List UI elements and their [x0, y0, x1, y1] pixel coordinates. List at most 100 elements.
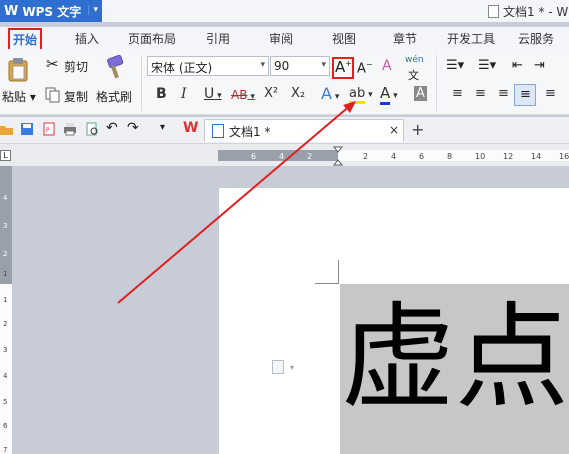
- strikethrough-button[interactable]: AB ▾: [231, 88, 255, 102]
- clear-format-button[interactable]: A: [382, 58, 392, 74]
- justify-button[interactable]: ≡: [514, 84, 536, 106]
- pinyin-char: 文: [408, 69, 419, 82]
- menu-tabs: 开始 插入 页面布局 引用 审阅 视图 章节 开发工具 云服务: [0, 27, 569, 51]
- document-icon: [488, 5, 499, 18]
- selected-text[interactable]: 虚点: [341, 294, 569, 422]
- font-name-select[interactable]: 宋体 (正文) ▾: [147, 56, 269, 76]
- ruler-tick-label: 14: [531, 152, 541, 161]
- title-bar: W WPS 文字 ▾ 文档1 * - W: [0, 0, 569, 22]
- document-tab-label: 文档1 *: [229, 125, 271, 139]
- paste-button[interactable]: 粘贴 ▾: [2, 88, 36, 105]
- export-pdf-icon[interactable]: P: [42, 122, 56, 136]
- save-icon[interactable]: [20, 122, 34, 136]
- wps-logo-icon: W: [4, 3, 19, 19]
- font-size-select[interactable]: 90 ▾: [270, 56, 330, 76]
- brush-icon[interactable]: [104, 55, 126, 81]
- chevron-down-icon: ▾: [88, 5, 98, 15]
- new-tab-button[interactable]: +: [411, 120, 424, 139]
- tab-home[interactable]: 开始: [8, 28, 43, 51]
- ruler-tick-label: 6: [3, 422, 8, 430]
- subscript-button[interactable]: X₂: [291, 86, 305, 101]
- copy-button[interactable]: 复制: [64, 88, 88, 105]
- format-painter-button[interactable]: 格式刷: [96, 88, 132, 105]
- tab-insert[interactable]: 插入: [75, 30, 99, 47]
- ruler-tick-label: 4: [391, 152, 396, 161]
- print-icon[interactable]: [63, 122, 77, 136]
- chevron-down-icon[interactable]: ▾: [290, 363, 294, 372]
- window-title: 文档1 * - W: [488, 3, 568, 20]
- highlight-button[interactable]: ab ▾: [349, 86, 373, 104]
- vertical-ruler[interactable]: 4 3 2 1 1 2 3 4 5 6 7: [0, 166, 12, 454]
- chevron-down-icon[interactable]: ▾: [160, 122, 165, 136]
- ruler-tick-label: 12: [503, 152, 513, 161]
- tab-developer[interactable]: 开发工具: [447, 30, 495, 47]
- align-left-icon[interactable]: ≡: [452, 86, 463, 101]
- ribbon: 粘贴 ▾ ✂ 剪切 复制 格式刷 宋体 (正文) ▾ 90 ▾ A+ A− A wé…: [0, 49, 569, 115]
- tab-review[interactable]: 审阅: [269, 30, 293, 47]
- justify-icon: ≡: [520, 87, 531, 102]
- ruler-tick-label: 5: [3, 398, 7, 406]
- margin-corner-mark: [315, 283, 339, 284]
- tab-page-layout[interactable]: 页面布局: [128, 30, 176, 47]
- app-menu-button[interactable]: W WPS 文字 ▾: [0, 0, 102, 22]
- char-shading-button[interactable]: A: [414, 86, 427, 101]
- ruler-tick-label: 2: [307, 152, 312, 161]
- decrease-indent-icon[interactable]: ⇤: [512, 58, 523, 73]
- undo-icon[interactable]: ↶: [106, 120, 118, 136]
- scissors-icon: ✂: [46, 55, 59, 73]
- shrink-font-button[interactable]: A−: [357, 60, 373, 76]
- text-effect-button[interactable]: A ▾: [321, 84, 339, 103]
- ruler-tick-label: 4: [3, 372, 8, 380]
- print-preview-icon[interactable]: [85, 122, 99, 136]
- document-tab[interactable]: 文档1 * ×: [204, 119, 404, 142]
- align-center-icon[interactable]: ≡: [475, 86, 486, 101]
- ruler-corner-button[interactable]: L: [0, 150, 11, 161]
- cut-button[interactable]: 剪切: [64, 58, 88, 75]
- underline-button[interactable]: U ▾: [204, 86, 222, 102]
- paragraph-layout-icon[interactable]: [272, 360, 284, 374]
- superscript-button[interactable]: X²: [264, 86, 278, 101]
- document-icon: [212, 124, 224, 138]
- chevron-down-icon: ▾: [321, 60, 326, 70]
- ruler-ticks: 6 4 2 2 4 6 8 10 12 14 16: [251, 152, 569, 161]
- align-right-icon[interactable]: ≡: [498, 86, 509, 101]
- pinyin-button[interactable]: wén: [405, 55, 424, 65]
- ruler-tick-label: 7: [3, 446, 7, 454]
- ruler-tick-label: 2: [3, 250, 7, 258]
- svg-text:P: P: [46, 127, 50, 134]
- font-color-button[interactable]: A ▾: [380, 84, 398, 105]
- distributed-align-icon[interactable]: ≡: [545, 86, 556, 101]
- ruler-tick-label: 6: [251, 152, 256, 161]
- indent-marker-icon[interactable]: [333, 146, 343, 166]
- ruler-tick-label: 4: [279, 152, 284, 161]
- ribbon-divider: [141, 55, 142, 111]
- tab-section[interactable]: 章节: [393, 30, 417, 47]
- tab-references[interactable]: 引用: [206, 30, 230, 47]
- ruler-ticks: 4 3 2 1 1 2 3 4 5 6 7: [3, 194, 8, 454]
- open-folder-icon[interactable]: [0, 122, 14, 136]
- ruler-tick-label: 3: [3, 346, 7, 354]
- grow-font-highlight-box: [332, 57, 354, 79]
- ruler-tick-label: 3: [3, 222, 7, 230]
- ruler-tick-label: 10: [475, 152, 485, 161]
- bold-button[interactable]: B: [156, 86, 167, 102]
- bullet-list-icon[interactable]: ☰▾: [446, 58, 464, 73]
- ruler-tick-label: 1: [3, 270, 7, 278]
- wps-home-icon[interactable]: W: [183, 120, 198, 136]
- tab-cloud[interactable]: 云服务: [518, 30, 554, 47]
- ruler-tick-label: 4: [3, 194, 8, 202]
- clipboard-icon[interactable]: [6, 57, 30, 83]
- quick-access-toolbar: P ↶ ↷ ▾ W 文档1 * × +: [0, 117, 569, 144]
- copy-icon: [45, 87, 60, 103]
- chevron-down-icon: ▾: [260, 60, 265, 70]
- close-icon[interactable]: ×: [389, 123, 399, 137]
- increase-indent-icon[interactable]: ⇥: [534, 58, 545, 73]
- numbered-list-icon[interactable]: ☰▾: [478, 58, 496, 73]
- margin-corner-mark: [338, 260, 339, 284]
- ruler-tick-label: 2: [3, 320, 7, 328]
- redo-icon[interactable]: ↷: [127, 120, 139, 136]
- tab-view[interactable]: 视图: [332, 30, 356, 47]
- italic-button[interactable]: I: [181, 86, 187, 102]
- ruler-tick-label: 1: [3, 296, 7, 304]
- horizontal-ruler[interactable]: 6 4 2 2 4 6 8 10 12 14 16: [218, 150, 569, 161]
